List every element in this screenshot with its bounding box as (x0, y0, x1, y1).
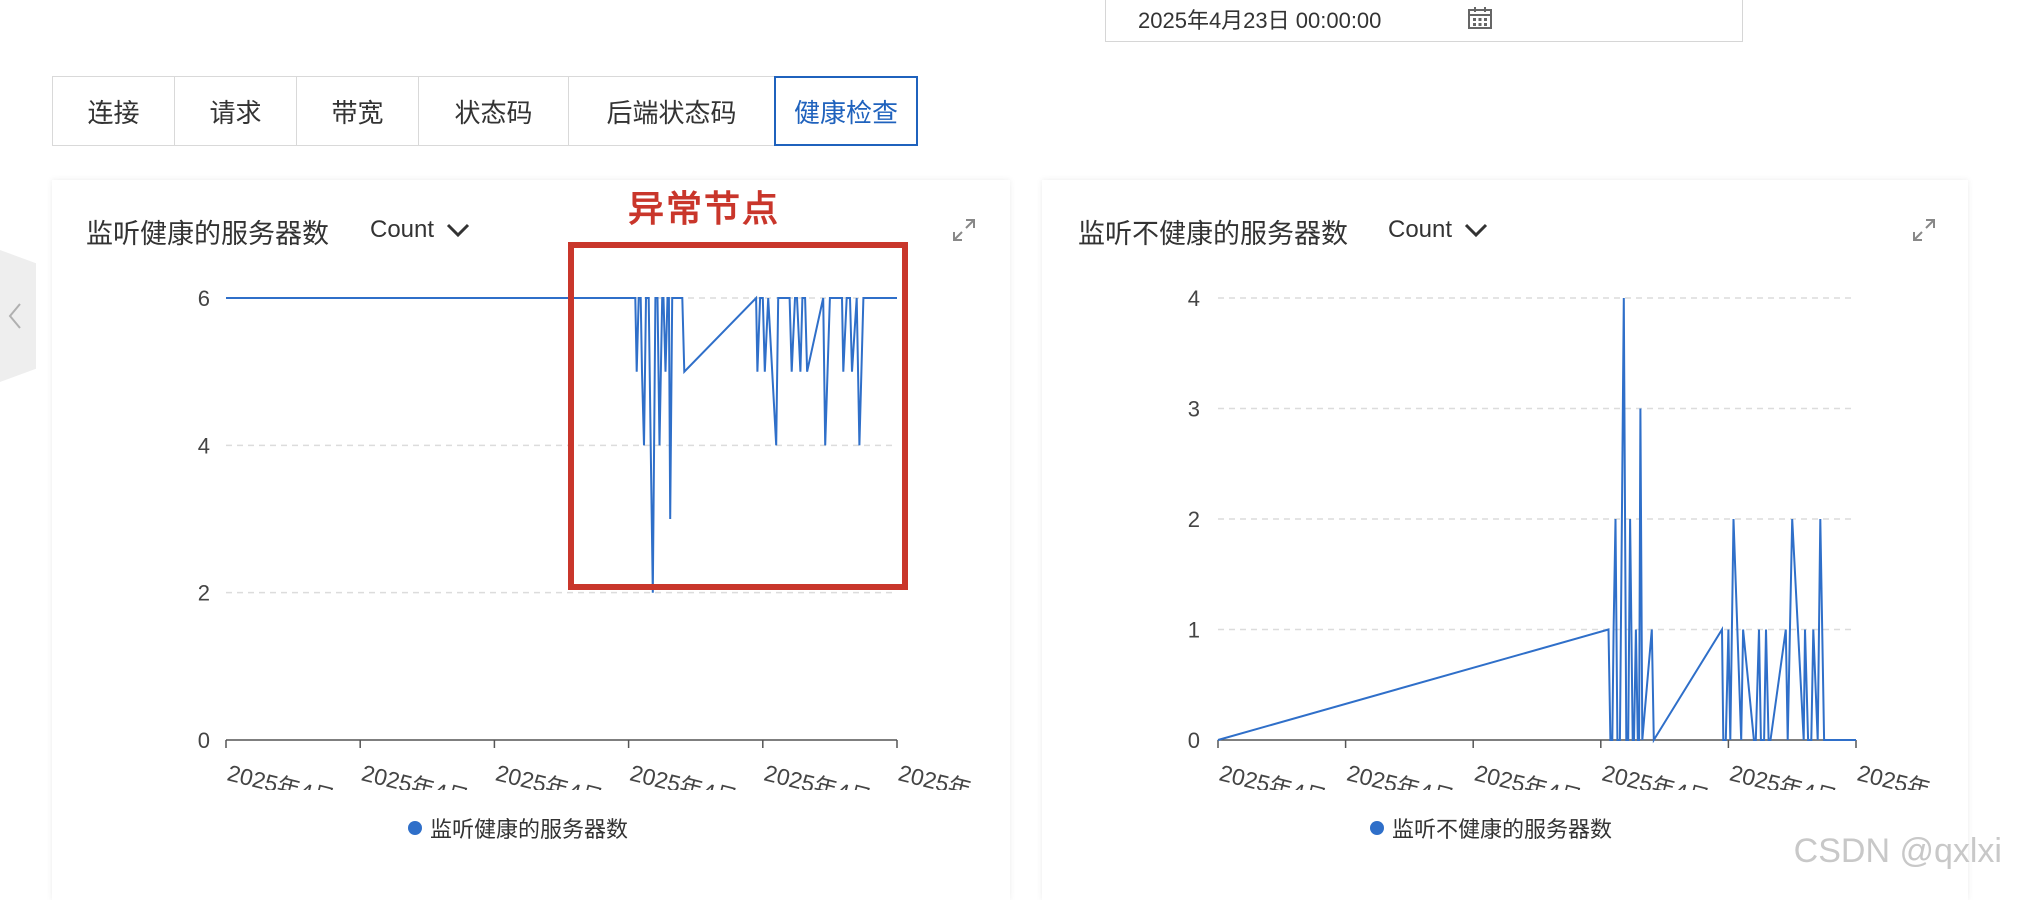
chart-card-unhealthy: 监听不健康的服务器数 Count 012342025年4月20日2025年4月2… (1042, 180, 1968, 900)
chart-legend[interactable]: 监听不健康的服务器数 (1370, 812, 1612, 844)
y-tick-label: 0 (198, 728, 210, 753)
tab-connections[interactable]: 连接 (53, 77, 175, 145)
chart-legend[interactable]: 监听健康的服务器数 (408, 812, 628, 844)
tab-health-check[interactable]: 健康检查 (774, 76, 918, 146)
calendar-icon (1468, 7, 1492, 29)
sidebar-collapse-handle[interactable] (0, 250, 36, 382)
y-tick-label: 2 (1188, 507, 1200, 532)
y-tick-label: 1 (1188, 618, 1200, 643)
y-tick-label: 4 (198, 433, 210, 458)
chevron-left-icon (8, 303, 21, 329)
chart-unhealthy: 012342025年4月20日2025年4月20日2025年4月21日2025年… (1188, 286, 1933, 790)
y-tick-label: 3 (1188, 397, 1200, 422)
x-tick-label: 2025年 (1855, 760, 1933, 790)
y-tick-label: 0 (1188, 728, 1200, 753)
metric-tabs: 连接 请求 带宽 状态码 后端状态码 健康检查 (52, 76, 918, 146)
tab-backend-status-code[interactable]: 后端状态码 (569, 77, 775, 145)
date-picker[interactable]: 2025年4月23日 00:00:00 (1105, 0, 1743, 42)
tab-requests[interactable]: 请求 (175, 77, 297, 145)
tab-status-code[interactable]: 状态码 (419, 77, 569, 145)
legend-dot (408, 821, 422, 835)
date-picker-value: 2025年4月23日 00:00:00 (1138, 7, 1382, 33)
legend-dot (1370, 821, 1384, 835)
y-tick-label: 2 (198, 581, 210, 606)
anomaly-label: 异常节点 (628, 188, 781, 229)
y-tick-label: 6 (198, 286, 210, 311)
x-tick-label: 2025年 (896, 760, 974, 790)
watermark: CSDN @qxlxi (1793, 832, 2002, 870)
anomaly-highlight-box (568, 242, 908, 590)
y-tick-label: 4 (1188, 286, 1200, 311)
tab-bandwidth[interactable]: 带宽 (297, 77, 419, 145)
